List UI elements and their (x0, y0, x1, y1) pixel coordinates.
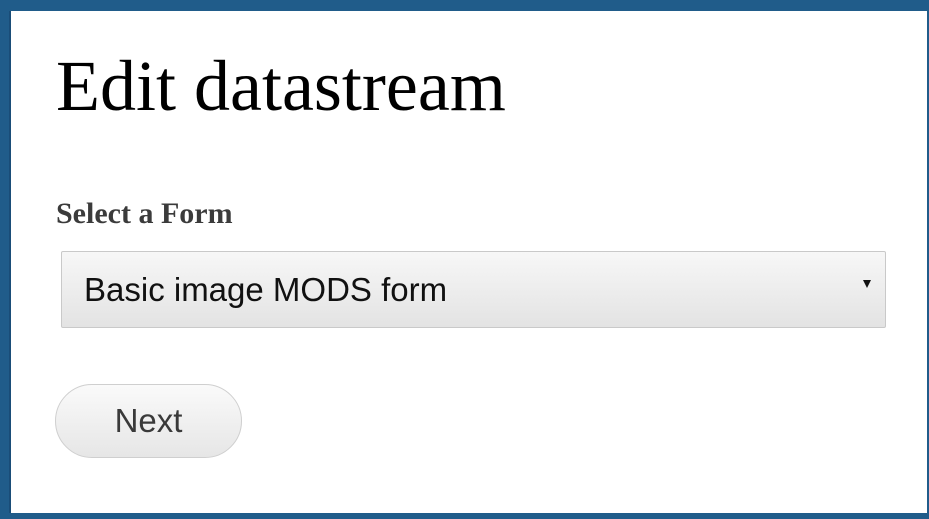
select-form-label: Select a Form (56, 197, 233, 230)
form-select-value: Basic image MODS form (84, 271, 448, 308)
next-button[interactable]: Next (55, 384, 242, 458)
content-panel: Edit datastream Select a Form Basic imag… (9, 11, 927, 513)
caret-down-icon (863, 280, 871, 288)
form-select[interactable]: Basic image MODS form (61, 251, 886, 328)
page-title: Edit datastream (56, 46, 506, 126)
